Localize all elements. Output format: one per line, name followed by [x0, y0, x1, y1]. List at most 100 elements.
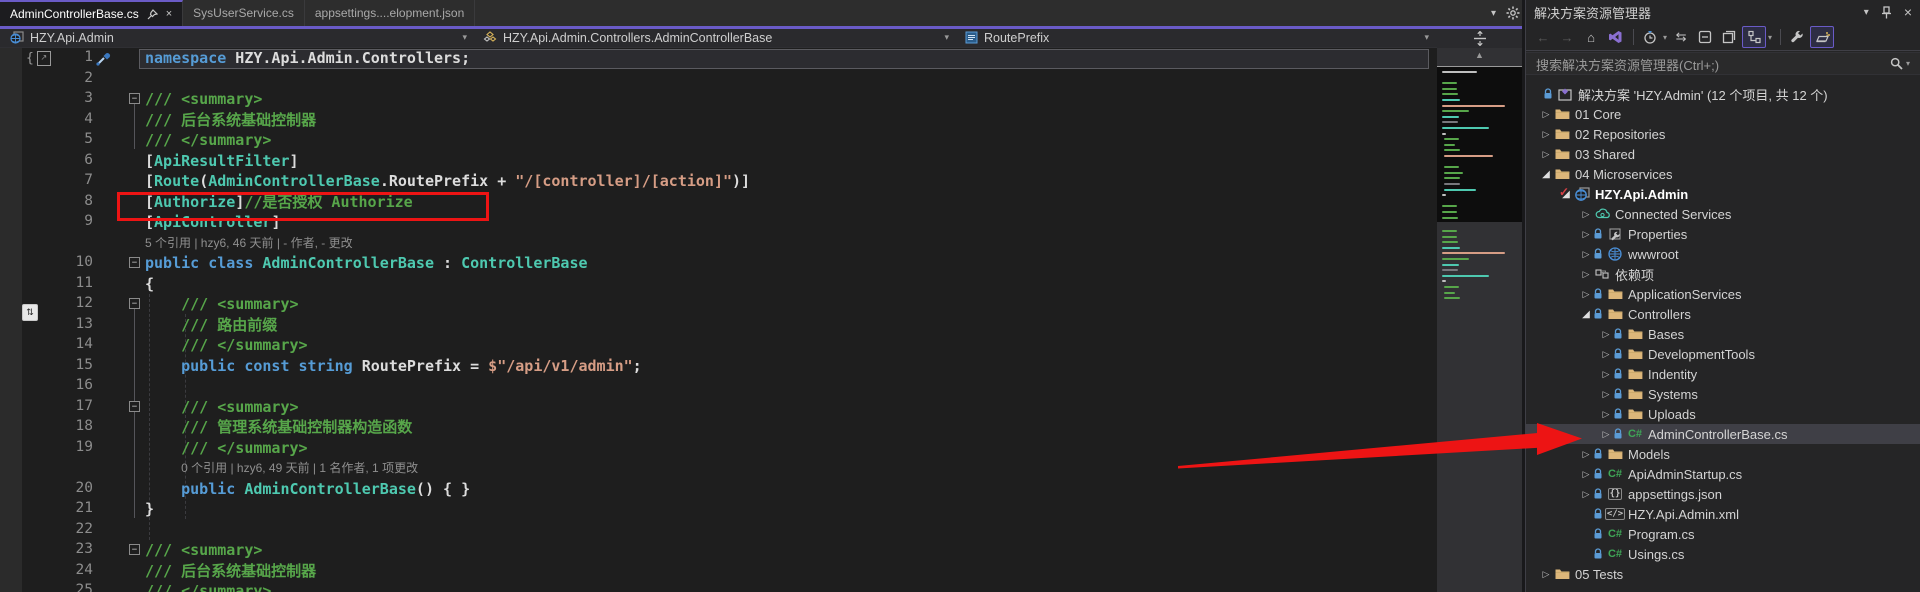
chevron-collapsed-icon[interactable]: ▷: [1539, 109, 1553, 120]
tree-item-controllers[interactable]: ◢Controllers: [1526, 304, 1920, 324]
chevron-collapsed-icon[interactable]: ▷: [1539, 129, 1553, 140]
tree-item-hzy-api-admin[interactable]: ◢✓HZY.Api.Admin: [1526, 184, 1920, 204]
code-line[interactable]: 24/// 后台系统基础控制器: [0, 561, 1437, 582]
forward-icon[interactable]: →: [1556, 27, 1578, 47]
code-line[interactable]: 6[ApiResultFilter]: [0, 151, 1437, 172]
line-adornment-icon[interactable]: ⇅: [22, 304, 38, 321]
tree-item-systems[interactable]: ▷Systems: [1526, 384, 1920, 404]
search-input[interactable]: [1534, 54, 1868, 76]
pin-icon[interactable]: [147, 9, 158, 20]
code-line[interactable]: 2: [0, 69, 1437, 90]
code-line[interactable]: 5/// </summary>: [0, 130, 1437, 151]
tree-item-03-shared[interactable]: ▷03 Shared: [1526, 144, 1920, 164]
tree-item-05-tests[interactable]: ▷05 Tests: [1526, 564, 1920, 584]
codelens-row[interactable]: 5 个引用 | hzy6, 46 天前 | - 作者, - 更改: [0, 233, 1437, 254]
tree-item-appsettings-json[interactable]: ▷{}appsettings.json: [1526, 484, 1920, 504]
tree-item-01-core[interactable]: ▷01 Core: [1526, 104, 1920, 124]
dropdown-caret-icon[interactable]: ▾: [1768, 33, 1772, 42]
chevron-collapsed-icon[interactable]: ▷: [1599, 329, 1613, 340]
fold-collapse-icon[interactable]: −: [129, 93, 140, 104]
code-line[interactable]: 17−/// <summary>: [0, 397, 1437, 418]
tree-item-connected-services[interactable]: ▷Connected Services: [1526, 204, 1920, 224]
chevron-collapsed-icon[interactable]: ▷: [1579, 229, 1593, 240]
minimap-viewport[interactable]: [1437, 66, 1522, 222]
scroll-up-arrow-icon[interactable]: ▲: [1437, 50, 1522, 60]
close-icon[interactable]: ×: [166, 8, 172, 20]
document-tab[interactable]: SysUserService.cs: [183, 0, 305, 26]
back-icon[interactable]: ←: [1532, 27, 1554, 47]
code-line[interactable]: 14/// </summary>: [0, 335, 1437, 356]
chevron-expanded-icon[interactable]: ◢: [1539, 169, 1553, 180]
editor-split-handle[interactable]: [1437, 29, 1522, 49]
codelens-text[interactable]: 0 个引用 | hzy6, 49 天前 | 1 名作者, 1 项更改: [181, 460, 418, 477]
code-line[interactable]: 15public const string RoutePrefix = $"/a…: [0, 356, 1437, 377]
tree-item-uploads[interactable]: ▷Uploads: [1526, 404, 1920, 424]
chevron-collapsed-icon[interactable]: ▷: [1579, 489, 1593, 500]
chevron-collapsed-icon[interactable]: ▷: [1539, 149, 1553, 160]
panel-title-bar[interactable]: 解决方案资源管理器: [1526, 0, 1920, 24]
tree-item-properties[interactable]: ▷Properties: [1526, 224, 1920, 244]
using-directives-adornment[interactable]: {↗: [26, 51, 51, 66]
collapse-all-icon[interactable]: [1694, 27, 1716, 47]
tree-item-usings-cs[interactable]: C#Usings.cs: [1526, 544, 1920, 564]
chevron-collapsed-icon[interactable]: ▷: [1579, 469, 1593, 480]
chevron-collapsed-icon[interactable]: ▷: [1599, 369, 1613, 380]
dropdown-caret-icon[interactable]: ▾: [1663, 33, 1667, 42]
tree-item--[interactable]: ▷依赖项: [1526, 264, 1920, 284]
home-icon[interactable]: ⌂: [1580, 27, 1602, 47]
properties-pages-icon[interactable]: [1718, 27, 1740, 47]
chevron-collapsed-icon[interactable]: ▷: [1599, 389, 1613, 400]
chevron-collapsed-icon[interactable]: ▷: [1599, 429, 1613, 440]
document-tab[interactable]: AdminControllerBase.cs×: [0, 0, 183, 26]
code-line[interactable]: 23−/// <summary>: [0, 540, 1437, 561]
quick-actions-screwdriver-icon[interactable]: [95, 51, 112, 67]
document-list-dropdown-icon[interactable]: ▾: [1491, 8, 1496, 19]
tree-item-apiadminstartup-cs[interactable]: ▷C#ApiAdminStartup.cs: [1526, 464, 1920, 484]
properties-wrench-icon[interactable]: [1786, 27, 1808, 47]
fold-collapse-icon[interactable]: −: [129, 257, 140, 268]
tree-item--hzy-admin-12-12-[interactable]: 解决方案 'HZY.Admin' (12 个项目, 共 12 个): [1526, 84, 1920, 104]
project-dropdown[interactable]: HZY.Api.Admin ▾: [0, 29, 473, 48]
chevron-collapsed-icon[interactable]: ▷: [1579, 209, 1593, 220]
code-line[interactable]: 16: [0, 376, 1437, 397]
tree-item-bases[interactable]: ▷Bases: [1526, 324, 1920, 344]
code-line[interactable]: 11{: [0, 274, 1437, 295]
code-line[interactable]: 1namespace HZY.Api.Admin.Controllers;: [0, 48, 1437, 69]
tree-item-indentity[interactable]: ▷Indentity: [1526, 364, 1920, 384]
code-line[interactable]: 4/// 后台系统基础控制器: [0, 110, 1437, 131]
chevron-collapsed-icon[interactable]: ▷: [1599, 349, 1613, 360]
tree-item-models[interactable]: ▷Models: [1526, 444, 1920, 464]
code-line[interactable]: 12−/// <summary>: [0, 294, 1437, 315]
tree-item-wwwroot[interactable]: ▷wwwroot: [1526, 244, 1920, 264]
tree-item-hzy-api-admin-xml[interactable]: </>HZY.Api.Admin.xml: [1526, 504, 1920, 524]
document-tab[interactable]: appsettings....elopment.json: [305, 0, 475, 26]
panel-dropdown-icon[interactable]: ▾: [1864, 7, 1869, 18]
fold-collapse-icon[interactable]: −: [129, 544, 140, 555]
member-dropdown[interactable]: RoutePrefix ▾: [955, 29, 1437, 48]
tree-item-admincontrollerbase-cs[interactable]: ▷C#AdminControllerBase.cs: [1526, 424, 1920, 444]
chevron-collapsed-icon[interactable]: ▷: [1599, 409, 1613, 420]
code-line[interactable]: 10−public class AdminControllerBase : Co…: [0, 253, 1437, 274]
code-line[interactable]: 21}: [0, 499, 1437, 520]
tree-item-developmenttools[interactable]: ▷DevelopmentTools: [1526, 344, 1920, 364]
tree-item-program-cs[interactable]: C#Program.cs: [1526, 524, 1920, 544]
type-dropdown[interactable]: HZY.Api.Admin.Controllers.AdminControlle…: [473, 29, 955, 48]
code-line[interactable]: 20public AdminControllerBase() { }: [0, 479, 1437, 500]
tree-item-applicationservices[interactable]: ▷ApplicationServices: [1526, 284, 1920, 304]
sync-with-active-document-icon[interactable]: ⇆: [1670, 27, 1692, 47]
search-icon[interactable]: ▾: [1890, 57, 1910, 70]
chevron-collapsed-icon[interactable]: ▷: [1579, 289, 1593, 300]
code-line[interactable]: 7[Route(AdminControllerBase.RoutePrefix …: [0, 171, 1437, 192]
chevron-collapsed-icon[interactable]: ▷: [1579, 449, 1593, 460]
fold-collapse-icon[interactable]: −: [129, 401, 140, 412]
chevron-collapsed-icon[interactable]: ▷: [1579, 269, 1593, 280]
code-line[interactable]: 3−/// <summary>: [0, 89, 1437, 110]
minimap-scrollbar[interactable]: ▲: [1437, 48, 1522, 592]
tree-item-04-microservices[interactable]: ◢04 Microservices: [1526, 164, 1920, 184]
settings-gear-icon[interactable]: [1506, 6, 1520, 20]
pending-changes-filter-icon[interactable]: [1639, 27, 1661, 47]
switch-views-icon[interactable]: [1604, 27, 1626, 47]
chevron-collapsed-icon[interactable]: ▷: [1539, 569, 1553, 580]
codelens-text[interactable]: 5 个引用 | hzy6, 46 天前 | - 作者, - 更改: [145, 235, 353, 252]
close-icon[interactable]: ×: [1904, 4, 1912, 20]
